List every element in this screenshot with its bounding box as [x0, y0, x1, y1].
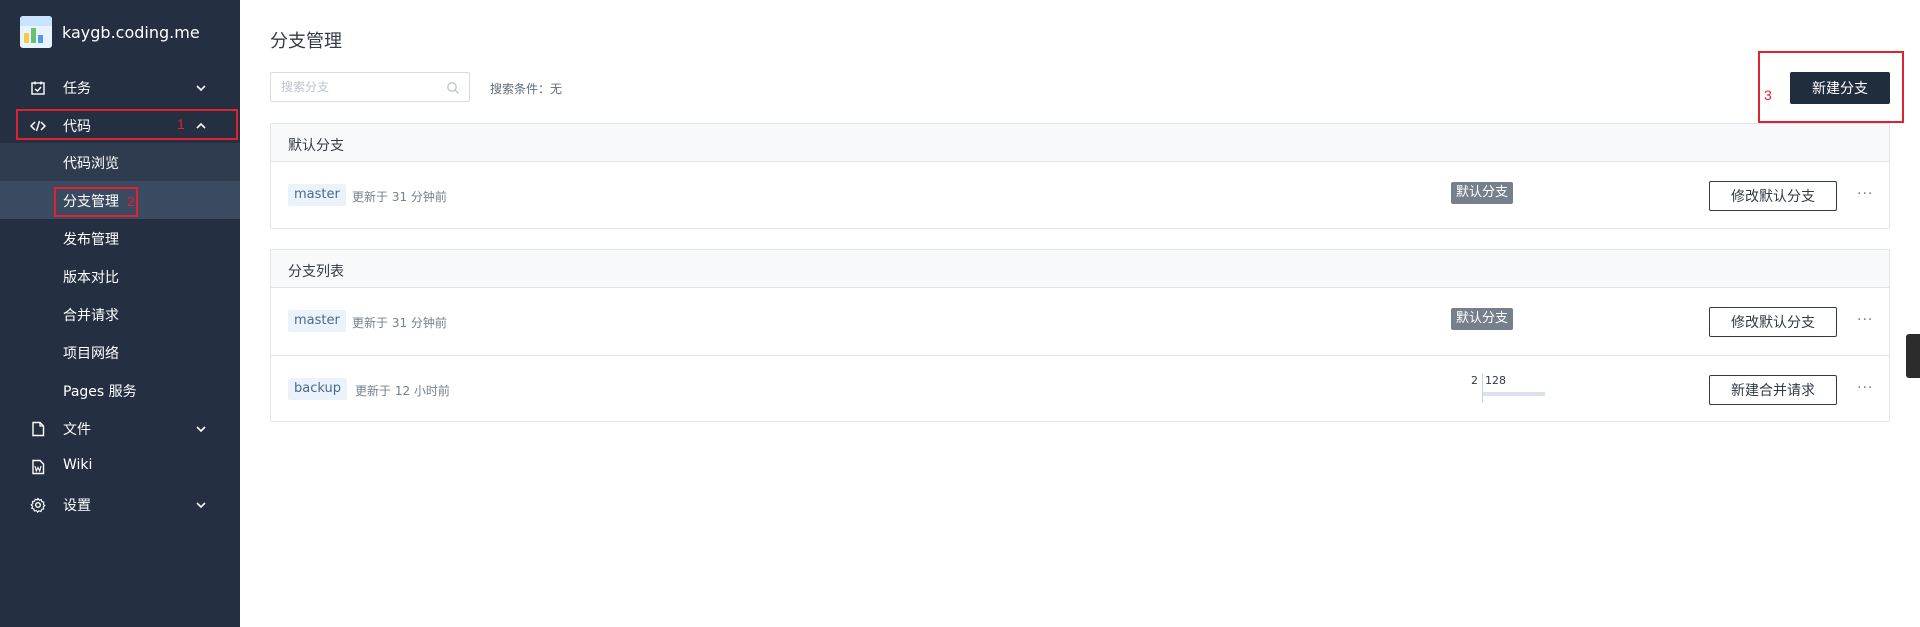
- commits-ahead-count: 128: [1485, 374, 1506, 387]
- floating-side-handle[interactable]: [1906, 334, 1920, 378]
- sidebar-subitem-label: 版本对比: [63, 270, 119, 286]
- sidebar-subitem-merge-requests[interactable]: 合并请求: [0, 295, 240, 333]
- branch-row: master 更新于 31 分钟前 默认分支 修改默认分支 ···: [271, 288, 1889, 355]
- sidebar-item-files[interactable]: 文件: [0, 409, 240, 447]
- sidebar-subitem-label: 项目网络: [63, 346, 119, 362]
- annotation-number-3: 3: [1764, 87, 1772, 103]
- project-logo: [20, 16, 52, 48]
- branch-row: backup 更新于 12 小时前 2 128 新建合并请求 ···: [271, 355, 1889, 422]
- project-name: kaygb.coding.me: [62, 22, 200, 42]
- new-merge-request-button[interactable]: 新建合并请求: [1709, 375, 1837, 405]
- page-title: 分支管理: [270, 31, 342, 52]
- sidebar-item-label: 文件: [63, 422, 91, 438]
- change-default-branch-button[interactable]: 修改默认分支: [1709, 307, 1837, 337]
- card-header: 分支列表: [271, 250, 1889, 288]
- default-branch-badge: 默认分支: [1451, 182, 1514, 204]
- new-branch-button[interactable]: 新建分支: [1790, 72, 1890, 104]
- sidebar-subitem-network[interactable]: 项目网络: [0, 333, 240, 371]
- branch-list-card: 分支列表 master 更新于 31 分钟前 默认分支 修改默认分支 ··· b…: [270, 249, 1890, 422]
- sidebar-item-label: 任务: [63, 81, 91, 97]
- sidebar-subitem-label: 发布管理: [63, 232, 119, 248]
- sidebar-item-wiki[interactable]: Wiki: [0, 447, 240, 485]
- chevron-up-icon: [196, 122, 206, 129]
- branch-name-tag[interactable]: backup: [288, 378, 347, 400]
- code-icon: [30, 120, 46, 132]
- sidebar-subitem-releases[interactable]: 发布管理: [0, 219, 240, 257]
- branch-divergence-indicator: 2 128: [1471, 374, 1551, 404]
- project-brand[interactable]: kaygb.coding.me: [20, 16, 200, 48]
- chevron-down-icon: [196, 85, 206, 92]
- more-options-icon[interactable]: ···: [1857, 184, 1877, 204]
- branch-row: master 更新于 31 分钟前 默认分支 修改默认分支 ···: [271, 162, 1889, 229]
- sidebar-item-tasks[interactable]: 任务: [0, 68, 240, 106]
- sidebar-subitem-label: 分支管理: [63, 194, 119, 210]
- file-icon: [32, 421, 45, 437]
- divergence-divider: [1482, 374, 1483, 402]
- sidebar: kaygb.coding.me 任务 代码 代码浏览 分支管理 发布管理 版本对…: [0, 0, 240, 627]
- search-icon[interactable]: [446, 81, 460, 95]
- branch-updated-time: 更新于 31 分钟前: [352, 190, 447, 204]
- sidebar-item-settings[interactable]: 设置: [0, 485, 240, 523]
- search-condition: 搜索条件：无: [490, 82, 563, 96]
- change-default-branch-button[interactable]: 修改默认分支: [1709, 181, 1837, 211]
- task-icon: [31, 81, 45, 95]
- sidebar-subitem-label: 合并请求: [63, 308, 119, 324]
- branch-name-tag[interactable]: master: [288, 184, 346, 206]
- sidebar-subitem-branches[interactable]: 分支管理: [0, 181, 240, 219]
- annotation-number-1: 1: [177, 116, 185, 132]
- branch-updated-time: 更新于 12 小时前: [355, 384, 450, 398]
- branch-name-tag[interactable]: master: [288, 310, 346, 332]
- sidebar-item-label: 设置: [63, 498, 91, 514]
- sidebar-subitem-compare[interactable]: 版本对比: [0, 257, 240, 295]
- sidebar-item-label: Wiki: [63, 457, 93, 473]
- card-header: 默认分支: [271, 124, 1889, 162]
- gear-icon: [30, 497, 46, 513]
- divergence-bar: [1483, 392, 1545, 396]
- commits-behind-count: 2: [1471, 374, 1478, 387]
- sidebar-subitem-pages[interactable]: Pages 服务: [0, 371, 240, 409]
- sidebar-subitem-label: Pages 服务: [63, 384, 137, 400]
- sidebar-subitem-code-browse[interactable]: 代码浏览: [0, 143, 240, 181]
- annotation-number-2: 2: [127, 193, 135, 209]
- chevron-down-icon: [196, 426, 206, 433]
- card-title: 分支列表: [288, 264, 344, 280]
- more-options-icon[interactable]: ···: [1857, 310, 1877, 330]
- card-title: 默认分支: [288, 138, 344, 154]
- branch-search[interactable]: [270, 72, 470, 102]
- wiki-icon: [32, 459, 45, 475]
- sidebar-item-code[interactable]: 代码: [0, 106, 240, 144]
- sidebar-subitem-label: 代码浏览: [63, 156, 119, 172]
- search-input[interactable]: [281, 79, 441, 95]
- default-branch-badge: 默认分支: [1451, 308, 1514, 330]
- chevron-down-icon: [196, 502, 206, 509]
- more-options-icon[interactable]: ···: [1857, 378, 1877, 398]
- sidebar-item-label: 代码: [63, 119, 91, 135]
- default-branch-card: 默认分支 master 更新于 31 分钟前 默认分支 修改默认分支 ···: [270, 123, 1890, 229]
- branch-updated-time: 更新于 31 分钟前: [352, 316, 447, 330]
